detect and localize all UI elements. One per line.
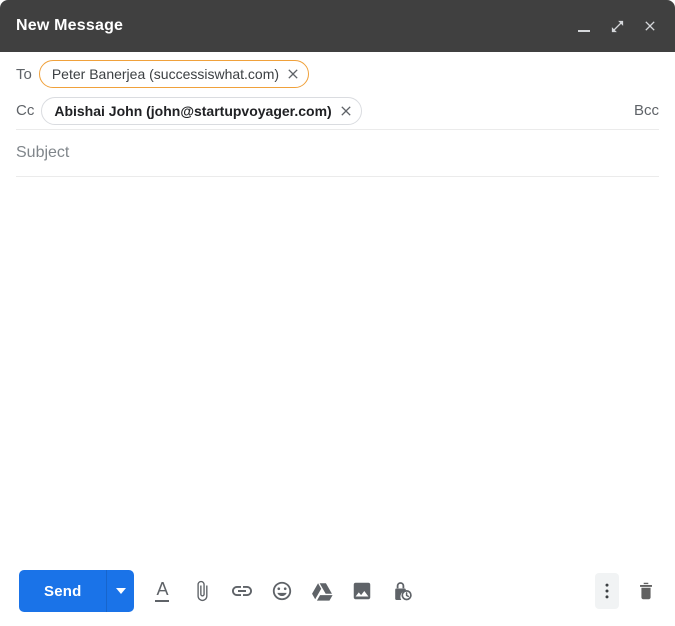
recipient-chip-text: Peter Banerjea (successiswhat.com) bbox=[51, 66, 280, 82]
paperclip-glyph bbox=[197, 580, 208, 602]
attach-files-icon[interactable] bbox=[190, 579, 214, 603]
insert-tools: A bbox=[150, 579, 414, 603]
lock-clock-glyph bbox=[395, 582, 413, 601]
photo-glyph bbox=[354, 582, 371, 600]
smiley-glyph bbox=[273, 581, 292, 601]
compose-window: New Message To Peter Banerjea (successis… bbox=[0, 0, 675, 626]
discard-draft-icon[interactable] bbox=[634, 579, 658, 603]
minimize-icon[interactable] bbox=[575, 17, 593, 35]
close-icon[interactable] bbox=[641, 17, 659, 35]
insert-emoji-icon[interactable] bbox=[270, 579, 294, 603]
send-split-button: Send bbox=[19, 570, 135, 612]
remove-recipient-icon[interactable] bbox=[337, 102, 355, 120]
minimize-bar bbox=[578, 30, 590, 32]
close-glyph bbox=[288, 69, 298, 79]
pop-out-icon[interactable] bbox=[608, 17, 626, 35]
close-glyph bbox=[645, 21, 655, 31]
cc-label: Cc bbox=[16, 102, 35, 119]
window-title: New Message bbox=[16, 17, 124, 34]
drive-glyph bbox=[312, 583, 334, 601]
remove-recipient-icon[interactable] bbox=[284, 65, 302, 83]
trash-glyph bbox=[640, 582, 652, 600]
subject-input[interactable] bbox=[16, 144, 659, 162]
send-button[interactable]: Send bbox=[19, 570, 106, 612]
bcc-toggle[interactable]: Bcc bbox=[634, 102, 659, 119]
link-glyph bbox=[232, 586, 253, 596]
insert-link-icon[interactable] bbox=[230, 579, 254, 603]
more-vert-glyph bbox=[605, 583, 609, 599]
cc-field[interactable]: Cc Abishai John (john@startupvoyager.com… bbox=[16, 92, 659, 129]
insert-photo-icon[interactable] bbox=[350, 579, 374, 603]
compose-toolbar: Send A bbox=[0, 564, 675, 626]
close-glyph bbox=[341, 105, 351, 116]
toolbar-right bbox=[595, 573, 658, 609]
more-options-icon[interactable] bbox=[595, 573, 619, 609]
recipient-chip-cc[interactable]: Abishai John (john@startupvoyager.com) bbox=[41, 96, 362, 125]
open-in-full-glyph bbox=[611, 20, 623, 32]
confidential-mode-icon[interactable] bbox=[390, 579, 414, 603]
titlebar: New Message bbox=[0, 0, 675, 52]
to-field[interactable]: To Peter Banerjea (successiswhat.com) bbox=[16, 52, 659, 92]
window-controls bbox=[575, 17, 659, 35]
recipient-chip-text: Abishai John (john@startupvoyager.com) bbox=[54, 102, 332, 119]
message-body[interactable] bbox=[0, 177, 675, 564]
recipient-chip-to[interactable]: Peter Banerjea (successiswhat.com) bbox=[38, 60, 310, 88]
recipient-fields: To Peter Banerjea (successiswhat.com) Cc… bbox=[0, 52, 675, 177]
send-options-button[interactable] bbox=[106, 570, 134, 612]
formatting-options-icon[interactable]: A bbox=[150, 579, 174, 603]
to-label: To bbox=[16, 65, 32, 83]
underlined-a-glyph: A bbox=[155, 580, 170, 602]
subject-field[interactable] bbox=[16, 130, 659, 176]
insert-from-drive-icon[interactable] bbox=[310, 579, 334, 603]
caret-down-icon bbox=[115, 588, 126, 594]
